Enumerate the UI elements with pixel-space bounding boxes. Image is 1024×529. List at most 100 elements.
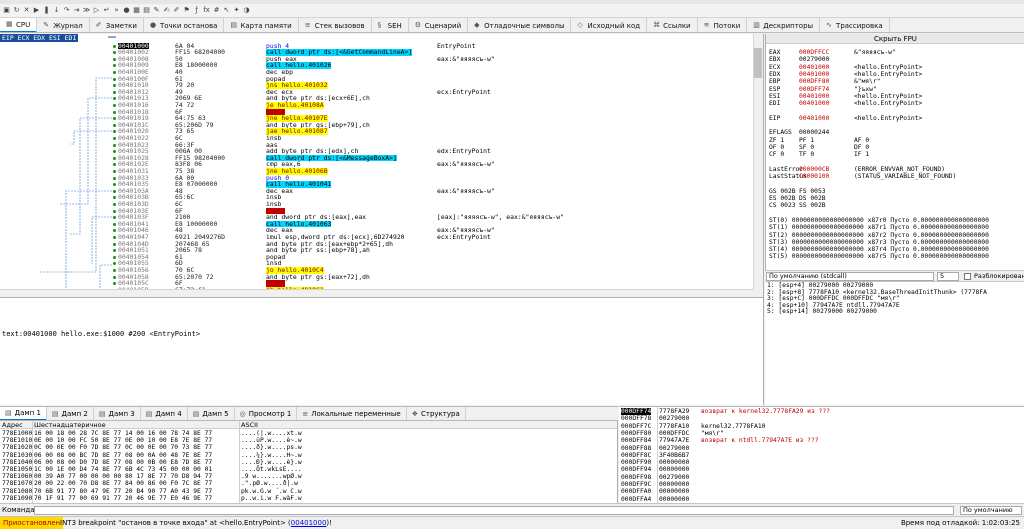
stack-row[interactable]: 000DFF74 7778FA29 возврат к kernel32.7778F…: [619, 408, 1019, 416]
tab-4[interactable]: ● Точки останова: [144, 18, 225, 32]
close-icon[interactable]: ✕: [22, 6, 31, 15]
calling-convention-select[interactable]: По умолчанию (stdcall): [766, 272, 934, 281]
disasm-row[interactable]: 00401008 50 push eax eax:&"яяяясъ-w": [0, 56, 752, 63]
breakpoint-dot-icon[interactable]: [113, 163, 116, 167]
breakpoint-dot-icon[interactable]: [113, 77, 116, 81]
dump-ascii[interactable]: ....Ð}.w....è}.w: [241, 459, 302, 466]
disasm-row[interactable]: 00401055 6D insd: [0, 260, 752, 267]
step-into-icon[interactable]: ↓: [52, 6, 61, 15]
tab-8[interactable]: ⚙ Сценарий: [409, 18, 469, 32]
hex-dump[interactable]: Адрес Шестнадцатеричное ASCII 778E1000 16…: [0, 421, 618, 503]
command-input[interactable]: [34, 506, 954, 515]
disasm-row[interactable]: 00401035 E8 07000000 call hello.401041: [0, 181, 752, 188]
breakpoint-dot-icon[interactable]: [113, 269, 116, 272]
register-value[interactable]: SF 0: [799, 144, 814, 151]
breakpoint-dot-icon[interactable]: [113, 150, 116, 154]
disasm-row[interactable]: 00401013 2069 6E and byte ptr ds:[ecx+6E],…: [0, 95, 752, 102]
disasm-row[interactable]: 0040103A 48 dec eax eax:&"яяяясъ-w": [0, 188, 752, 195]
registers-pane[interactable]: Скрыть FPU EAX 000DFFCC &"яяяясъ-w" EBX 0027…: [765, 34, 1024, 270]
trace-icon[interactable]: ⇥: [72, 6, 81, 15]
tab-6[interactable]: ≡ Стек вызовов: [299, 18, 372, 32]
dump-ascii[interactable]: ....üP.w....è~.w: [241, 437, 302, 444]
dump-tab-6[interactable]: ◎ Просмотр 1: [235, 407, 298, 420]
stack-view[interactable]: 000DFF74 7778FA29 возврат к kernel32.7778F…: [619, 406, 1024, 503]
breakpoint-dot-icon[interactable]: [113, 275, 116, 279]
dump-hex[interactable]: 06 00 08 00 D0 7D 8E 77 08 00 0B 00 E8 7…: [34, 459, 212, 466]
step-over-icon[interactable]: ↷: [62, 6, 71, 15]
tab-13[interactable]: ▥ Дескрипторы: [747, 18, 821, 32]
disasm-row[interactable]: 00401031 75 38 jne hello.40106B: [0, 168, 752, 175]
dump-ascii[interactable]: ....¼}.w....H~.w: [241, 452, 302, 459]
disasm-row[interactable]: 00401023 66:3F aas: [0, 141, 752, 149]
breakpoint-dot-icon[interactable]: [113, 255, 116, 259]
breakpoint-dot-icon[interactable]: [113, 117, 116, 121]
breakpoint-dot-icon[interactable]: [113, 64, 116, 68]
disasm-row[interactable]: 00401058 65:2070 72 and byte ptr gs:[eax+7…: [0, 273, 752, 281]
tab-5[interactable]: ▤ Карта памяти: [224, 18, 299, 32]
disasm-row[interactable]: 00401033 6A 00 push 0: [0, 174, 752, 182]
breakpoint-dot-icon[interactable]: [113, 262, 116, 266]
disasm-row[interactable]: 0040100E 40 dec ebp: [0, 69, 752, 76]
theme-icon[interactable]: ◑: [242, 6, 251, 15]
disasm-horizontal-scrollbar[interactable]: [0, 289, 754, 297]
dump-hex[interactable]: 20 00 22 00 70 D8 8E 77 84 00 86 00 F0 7…: [34, 480, 212, 487]
breakpoint-dot-icon[interactable]: [113, 90, 116, 94]
breakpoint-dot-icon[interactable]: [113, 104, 116, 107]
breakpoint-dot-icon[interactable]: [113, 229, 116, 233]
dump-hex[interactable]: 06 00 08 00 BC 7D 8E 77 08 00 0A 00 48 7…: [34, 452, 212, 459]
breakpoint-icon[interactable]: ●: [122, 6, 131, 15]
disasm-row[interactable]: 00401018 6F outsd: [0, 108, 752, 116]
disasm-row[interactable]: 00401054 61 popad: [0, 254, 752, 261]
stack-row[interactable]: 000DFF90 00000000: [619, 459, 1019, 466]
dump-tab-7[interactable]: ≡ Локальные переменные: [297, 407, 407, 420]
skip-icon[interactable]: »: [112, 6, 121, 15]
stack-row[interactable]: 000DFF84 77947A7E возврат к ntdll.77947A7E…: [619, 437, 1019, 444]
bookmark-icon[interactable]: ⚑: [182, 6, 191, 15]
dump-tab-4[interactable]: ▤ Дамп 4: [141, 407, 188, 420]
dump-ascii[interactable]: ....Ôt.wkLsE....: [241, 466, 302, 473]
breakpoint-dot-icon[interactable]: [113, 203, 116, 206]
disasm-row[interactable]: 0040105C 6F outsd: [0, 280, 752, 287]
stack-row[interactable]: 000DFF78 00279000: [619, 415, 1019, 422]
disasm-row[interactable]: 00401012 49 dec ecx ecx:EntryPoint: [0, 89, 752, 96]
disasm-row[interactable]: 00401016 74 72 je hello.40108A: [0, 102, 752, 109]
disasm-row[interactable]: 0040103D 6C insb: [0, 201, 752, 208]
stack-row[interactable]: 000DFFA4 00000000: [619, 496, 1019, 503]
breakpoint-dot-icon[interactable]: [113, 137, 116, 140]
disasm-row[interactable]: 00401028 FF15 98204000 call dword ptr ds:[…: [0, 155, 752, 162]
tab-10[interactable]: ◇ Исходный код: [571, 18, 648, 32]
dump-hex[interactable]: 0C 00 0E 00 F0 7D 8E 77 0C 00 0E 00 70 7…: [34, 444, 212, 451]
disasm-row[interactable]: 00401056 70 6C jo hello.4010C4: [0, 267, 752, 274]
breakpoint-dot-icon[interactable]: [113, 222, 116, 226]
cursor-icon[interactable]: ↖: [222, 6, 231, 15]
dump-hex[interactable]: 70 6B 91 77 80 47 9E 77 20 B4 90 77 A0 4…: [34, 488, 212, 495]
dump-hex[interactable]: 00 39 A0 77 00 00 00 00 80 17 8E 77 70 D…: [34, 473, 212, 480]
breakpoint-dot-icon[interactable]: [113, 176, 116, 180]
dump-hex[interactable]: 0E 00 10 00 FC 50 8E 77 0E 00 10 00 E8 7…: [34, 437, 212, 444]
animate-icon[interactable]: ≫: [82, 6, 91, 15]
disasm-row[interactable]: 00401041 E8 10000000 call hello.401063: [0, 221, 752, 228]
stack-row[interactable]: 000DFF80 000DFFDC "мя\r": [619, 430, 1019, 437]
disasm-row[interactable]: 0040101C 65:206D 79 and byte ptr gs:[ebp+7…: [0, 122, 752, 129]
tab-12[interactable]: ≋ Потоки: [698, 18, 748, 32]
register-value[interactable]: 00401000: [799, 100, 829, 107]
status-address-link[interactable]: 00401000: [291, 519, 327, 527]
breakpoint-dot-icon[interactable]: [113, 189, 116, 193]
breakpoint-dot-icon[interactable]: [113, 143, 116, 147]
unlock-checkbox[interactable]: [964, 273, 971, 280]
breakpoint-dot-icon[interactable]: [113, 282, 116, 286]
breakpoint-dot-icon[interactable]: [113, 84, 116, 88]
breakpoint-dot-icon[interactable]: [113, 156, 116, 160]
breakpoint-dot-icon[interactable]: [113, 97, 116, 101]
register-value[interactable]: 000DFF74: [799, 86, 829, 93]
disasm-vertical-scrollbar[interactable]: [753, 34, 763, 297]
disasm-row[interactable]: 0040103F 2100 and dword ptr ds:[eax],eax [e…: [0, 214, 752, 221]
run-icon[interactable]: ▶: [32, 6, 41, 15]
label-icon[interactable]: ✐: [172, 6, 181, 15]
tab-14[interactable]: ∿ Трассировка: [820, 18, 890, 32]
tab-3[interactable]: ✐ Заметки: [90, 18, 144, 32]
breakpoint-dot-icon[interactable]: [113, 57, 116, 61]
disasm-row[interactable]: 00401019 64:75 63 jne hello.40107E: [0, 115, 752, 122]
dump-tab-2[interactable]: ▤ Дамп 2: [47, 407, 94, 420]
register-value[interactable]: 000DFF80: [799, 78, 829, 85]
